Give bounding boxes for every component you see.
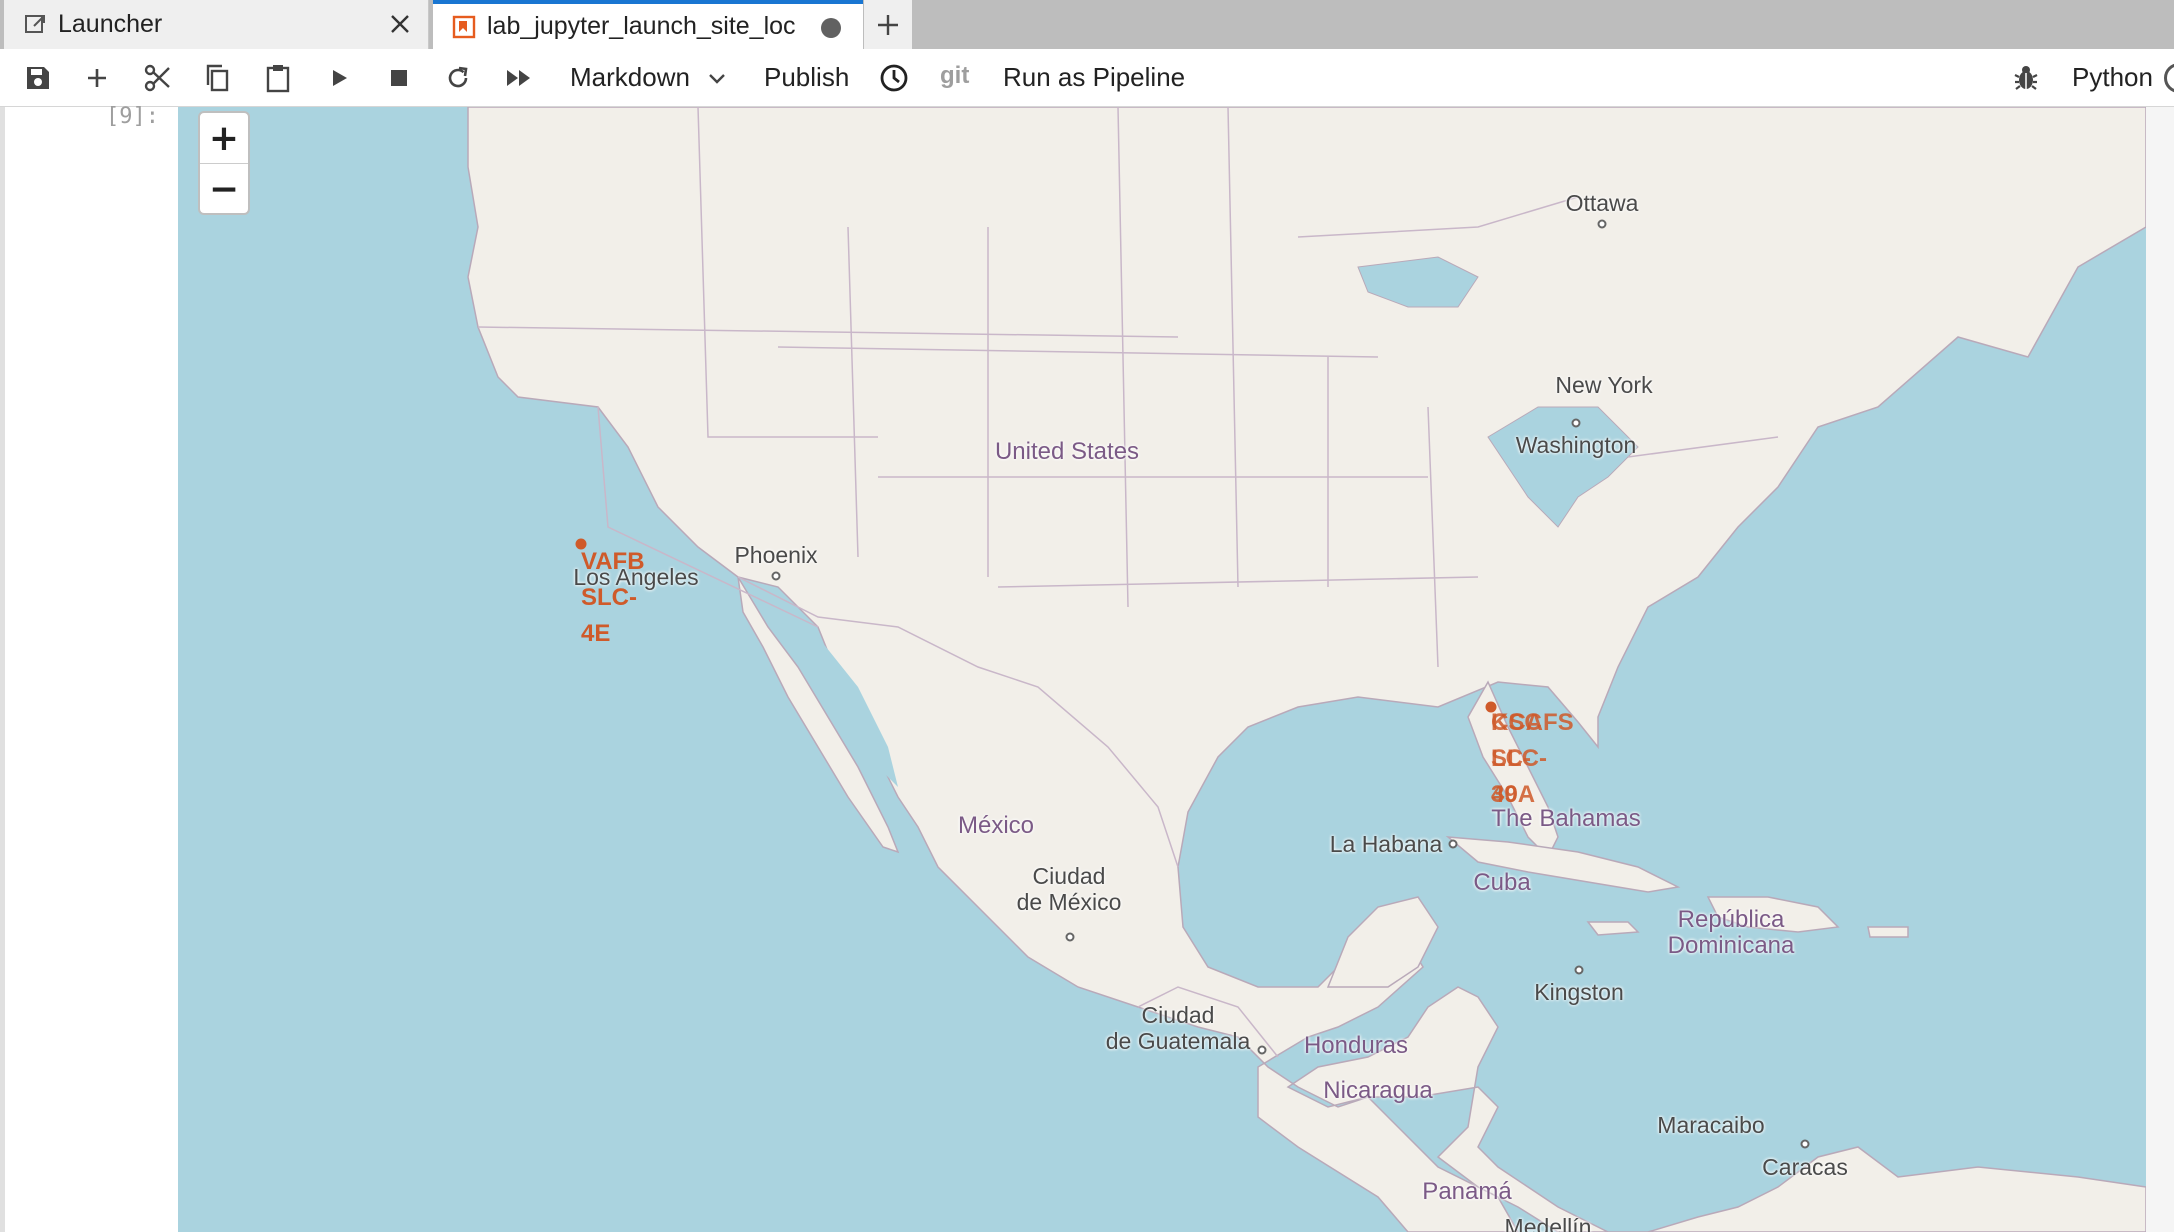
label-united-states: United States [994,438,1140,465]
city-dot [771,571,781,581]
label-ciudad-mexico: Ciudad de México [1016,863,1122,915]
plus-icon [878,14,898,35]
interrupt-button[interactable] [382,61,416,95]
notebook-toolbar: Markdown Publish git Run as Pipeline Pyt… [0,49,2174,107]
label-cuba: Cuba [1473,869,1531,896]
label-la-habana: La Habana [1329,831,1443,857]
zoom-in-button[interactable]: + [200,113,248,163]
city-dot [1800,1139,1810,1149]
label-washington: Washington [1515,432,1637,458]
unsaved-dot-icon[interactable] [821,18,841,38]
city-dot [1257,1045,1267,1055]
city-dot [1448,839,1458,849]
copy-icon [206,64,229,92]
cut-button[interactable] [140,61,174,95]
launch-site-label-vafb: VAFB SLC-4E [581,548,645,647]
stop-icon [391,70,407,86]
plus-icon [88,69,106,87]
cell-prompt: [9]: [106,104,159,129]
run-as-pipeline-button[interactable]: Run as Pipeline [1003,62,1185,93]
save-icon [27,67,49,89]
label-caracas: Caracas [1762,1154,1848,1180]
city-dot [1574,965,1584,975]
kernel-status-icon [2164,63,2174,93]
tab-launcher[interactable]: Launcher [4,0,429,49]
city-dot [1065,932,1075,942]
folium-map[interactable]: + − Ottawa New York Washington United St… [178,107,2146,1232]
save-button[interactable] [21,61,55,95]
label-maracaibo: Maracaibo [1657,1112,1765,1138]
add-tab-button[interactable] [864,0,912,49]
insert-cell-button[interactable] [80,61,114,95]
kernel-name[interactable]: Python [2072,62,2153,93]
label-panama: Panamá [1422,1178,1512,1205]
clock-button[interactable] [877,61,911,95]
label-ciudad-guatemala: Ciudad de Guatemala [1105,1002,1251,1054]
city-dot [1597,219,1607,229]
cell-type-dropdown[interactable]: Markdown [570,62,727,93]
fast-forward-icon [507,70,530,86]
launch-site-label-ksc: KSC LC-39A [1491,709,1542,808]
label-honduras: Honduras [1303,1032,1409,1059]
copy-button[interactable] [200,61,234,95]
land-jamaica [1586,921,1640,936]
clock-icon [880,64,908,92]
label-kingston: Kingston [1534,979,1624,1005]
cell-type-label: Markdown [570,62,690,92]
tab-notebook-label: lab_jupyter_launch_site_loc [487,12,796,40]
tab-bar: Launcher lab_jupyter_launch_site_loc [0,0,2174,49]
git-button[interactable]: git [940,62,969,90]
play-icon [333,70,347,86]
zoom-control: + − [198,111,250,215]
run-button[interactable] [322,61,356,95]
chevron-down-icon [709,74,726,84]
notebook-icon [451,14,477,40]
label-republica-dominicana: República Dominicana [1667,906,1795,959]
label-phoenix: Phoenix [734,542,818,568]
restart-button[interactable] [441,61,475,95]
land-yucatan [1326,896,1439,988]
publish-button[interactable]: Publish [764,62,849,93]
debugger-button[interactable] [2009,61,2043,95]
label-medellin: Medellín [1504,1214,1592,1232]
label-mexico: México [957,812,1035,839]
close-icon[interactable] [386,10,414,38]
land-puerto-rico [1867,926,1909,938]
bug-icon [2014,66,2038,90]
label-nicaragua: Nicaragua [1323,1077,1433,1104]
clipboard-icon [266,65,290,93]
refresh-icon [448,66,468,88]
launch-icon [22,12,48,38]
run-all-button[interactable] [502,61,536,95]
tab-launcher-label: Launcher [58,10,163,38]
paste-button[interactable] [261,61,295,95]
land-north-america [467,107,2146,1232]
zoom-out-button[interactable]: − [200,163,248,214]
scroll-gutter[interactable] [2146,107,2174,1232]
city-dot [1571,418,1581,428]
tab-notebook[interactable]: lab_jupyter_launch_site_loc [433,0,863,49]
scissors-icon [144,64,170,92]
map-tiles [467,107,2146,1232]
label-new-york: New York [1555,372,1653,398]
label-ottawa: Ottawa [1565,190,1639,216]
